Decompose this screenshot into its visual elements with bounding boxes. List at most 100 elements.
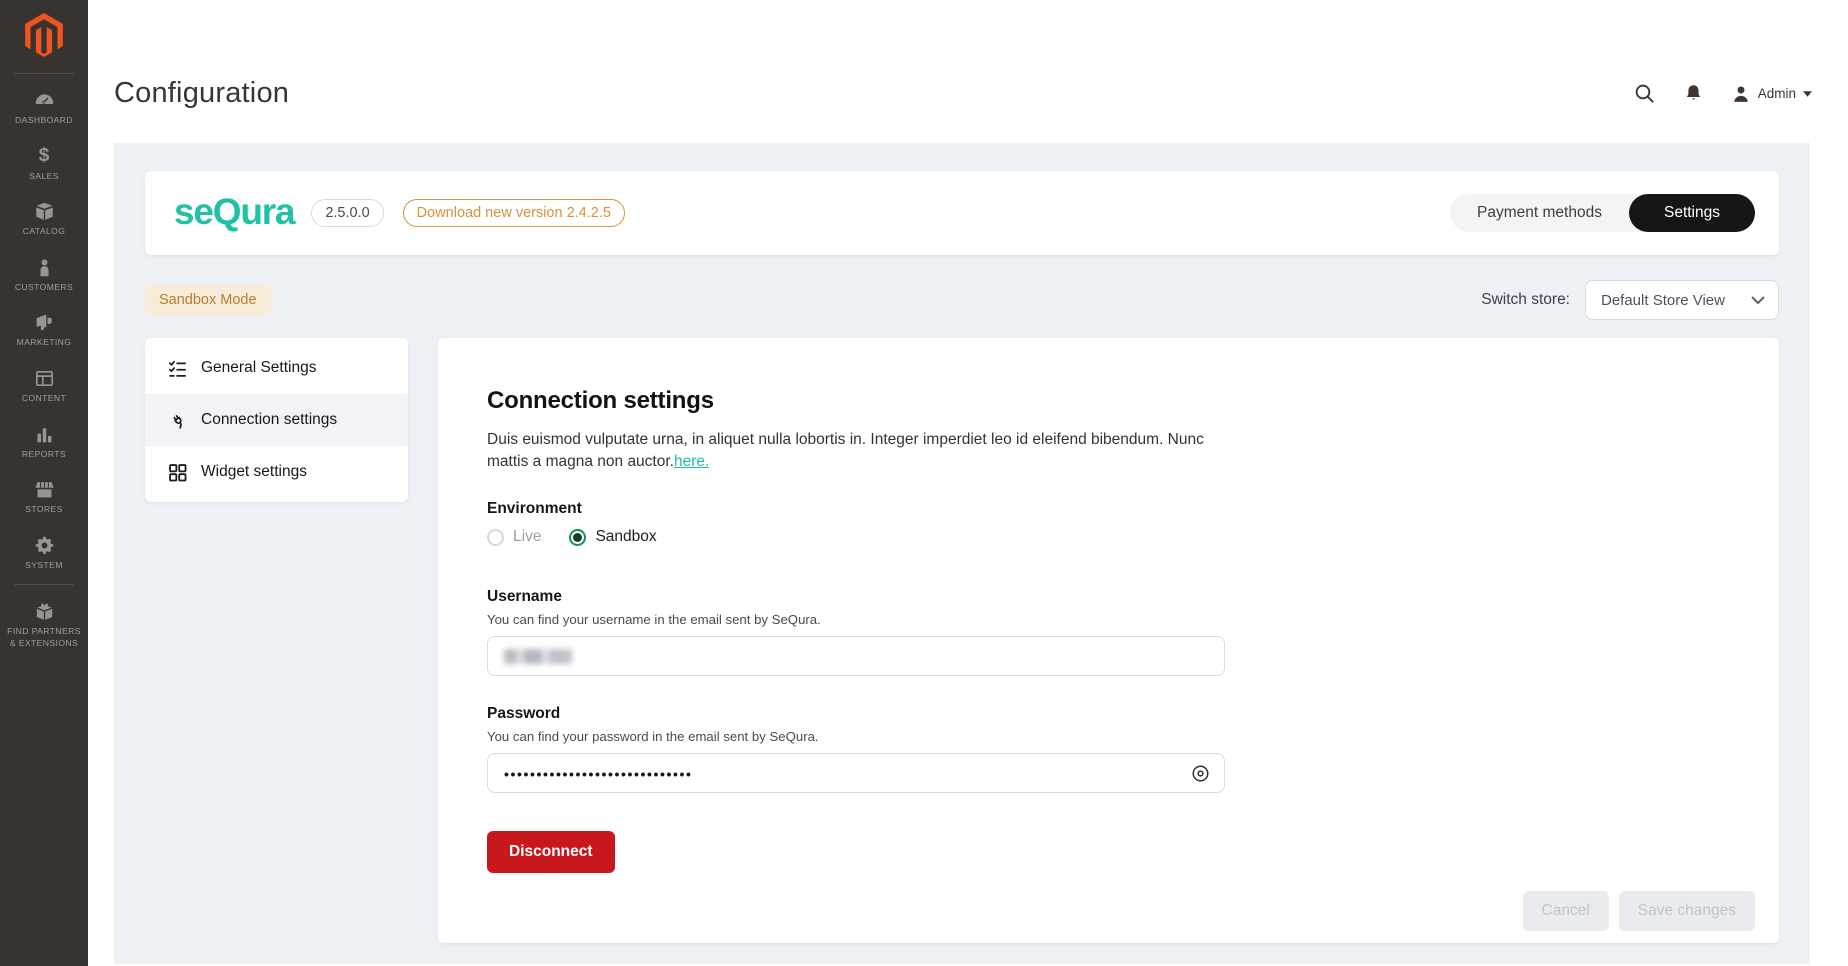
sidebar-item-customers[interactable]: CUSTOMERS <box>0 247 88 303</box>
store-view-selected-value: Default Store View <box>1601 291 1725 309</box>
environment-label: Environment <box>487 500 582 517</box>
sidebar-item-catalog[interactable]: CATALOG <box>0 191 88 247</box>
extensions-brick-icon <box>34 601 55 622</box>
sales-dollar-icon: $ <box>38 145 50 167</box>
store-switch: Switch store: Default Store View <box>1481 280 1779 320</box>
settings-nav: General Settings Connection settings Wid… <box>145 338 408 502</box>
username-input[interactable] <box>487 636 1225 676</box>
sidebar-item-content[interactable]: CONTENT <box>0 358 88 414</box>
sidebar-item-stores[interactable]: STORES <box>0 469 88 525</box>
radio-sandbox[interactable]: Sandbox <box>569 528 657 546</box>
magento-logo-icon <box>25 13 63 57</box>
magento-logo[interactable] <box>0 0 88 69</box>
catalog-box-icon <box>34 201 55 222</box>
sidebar-item-label: CONTENT <box>21 392 67 403</box>
panel-description: Duis euismod vulputate urna, in aliquet … <box>487 429 1217 473</box>
nav-item-label: Connection settings <box>201 411 338 428</box>
password-label: Password <box>487 705 561 722</box>
checklist-icon <box>167 358 188 379</box>
here-link[interactable]: here. <box>674 453 709 470</box>
radio-live-label: Live <box>513 528 542 545</box>
sidebar-item-label: CUSTOMERS <box>14 281 74 292</box>
settings-body: General Settings Connection settings Wid… <box>145 338 1779 943</box>
connection-settings-panel: Connection settings Duis euismod vulputa… <box>438 338 1779 943</box>
radio-sandbox-circle <box>569 528 587 546</box>
tab-settings[interactable]: Settings <box>1628 194 1755 232</box>
password-field: Password You can find your password in t… <box>487 705 1729 793</box>
sequra-plugin-header: seQura 2.5.0.0 Download new version 2.4.… <box>145 171 1779 255</box>
radio-live[interactable]: Live <box>487 528 541 546</box>
toolbar-row: Sandbox Mode Switch store: Default Store… <box>145 280 1779 320</box>
configuration-content: seQura 2.5.0.0 Download new version 2.4.… <box>114 143 1810 964</box>
environment-radio-group: Live Sandbox <box>487 528 1729 546</box>
stores-storefront-icon <box>34 479 55 500</box>
switch-store-label: Switch store: <box>1481 291 1570 308</box>
sidebar-item-label: DASHBOARD <box>14 115 74 125</box>
dashboard-gauge-icon <box>34 90 55 111</box>
save-changes-button[interactable]: Save changes <box>1618 891 1755 931</box>
disconnect-button[interactable]: Disconnect <box>487 831 615 873</box>
sidebar-item-find-partners-extensions[interactable]: FIND PARTNERS & EXTENSIONS <box>0 591 88 658</box>
sidebar-item-label: SYSTEM <box>25 559 63 570</box>
sidebar-item-label: MARKETING <box>16 337 72 348</box>
nav-item-widget-settings[interactable]: Widget settings <box>145 446 408 498</box>
cancel-button[interactable]: Cancel <box>1522 891 1609 931</box>
password-input[interactable]: ••••••••••••••••••••••••••••• <box>487 753 1225 793</box>
notifications-bell-icon[interactable] <box>1683 83 1704 104</box>
radio-live-circle <box>487 528 504 546</box>
sidebar-item-sales[interactable]: $ SALES <box>0 136 88 192</box>
magento-admin-app: DASHBOARD $ SALES CATALOG CUSTOMERS MARK… <box>0 0 1848 966</box>
plug-icon <box>167 410 188 431</box>
password-helper: You can find your password in the email … <box>487 729 819 744</box>
widget-grid-icon <box>167 462 188 483</box>
sequra-logo: seQura <box>174 190 296 232</box>
admin-menu[interactable]: Admin <box>1731 84 1812 104</box>
sidebar-item-marketing[interactable]: MARKETING <box>0 302 88 358</box>
sidebar-item-label: STORES <box>25 504 63 515</box>
chevron-down-icon <box>1803 90 1812 97</box>
sidebar-item-system[interactable]: SYSTEM <box>0 525 88 581</box>
username-field: Username You can find your username in t… <box>487 588 1729 676</box>
plugin-tab-group: Payment methods Settings <box>1450 194 1755 232</box>
environment-field: Environment Live Sandbox <box>487 500 1729 546</box>
admin-avatar-icon <box>1734 86 1748 102</box>
version-badge: 2.5.0.0 <box>311 199 384 227</box>
search-icon[interactable] <box>1633 82 1656 105</box>
sidebar-divider <box>14 73 74 74</box>
username-value-redacted <box>504 648 572 664</box>
download-new-version-link[interactable]: Download new version 2.4.2.5 <box>402 199 625 227</box>
sidebar-item-dashboard[interactable]: DASHBOARD <box>0 80 88 136</box>
reports-barchart-icon <box>34 424 55 445</box>
password-masked-value: ••••••••••••••••••••••••••••• <box>504 766 693 782</box>
chevron-down-icon <box>1751 296 1765 304</box>
nav-item-label: Widget settings <box>201 463 307 480</box>
marketing-megaphone-icon <box>34 312 55 333</box>
system-gear-icon <box>34 535 55 556</box>
admin-username: Admin <box>1757 86 1796 101</box>
username-helper: You can find your username in the email … <box>487 612 821 627</box>
sidebar-item-label: CATALOG <box>22 226 66 237</box>
sidebar-item-label: FIND PARTNERS & EXTENSIONS <box>7 626 81 648</box>
sidebar-item-reports[interactable]: REPORTS <box>0 414 88 470</box>
topbar-actions: Admin <box>1633 82 1812 105</box>
nav-item-general-settings[interactable]: General Settings <box>145 342 408 394</box>
magento-sidebar: DASHBOARD $ SALES CATALOG CUSTOMERS MARK… <box>0 0 88 966</box>
page-title: Configuration <box>114 77 290 109</box>
panel-footer-actions: Cancel Save changes <box>1522 891 1755 931</box>
customers-person-icon <box>34 257 55 278</box>
nav-item-connection-settings[interactable]: Connection settings <box>145 394 408 446</box>
tab-payment-methods[interactable]: Payment methods <box>1450 194 1629 232</box>
radio-sandbox-label: Sandbox <box>595 528 657 545</box>
nav-item-label: General Settings <box>201 359 317 376</box>
sidebar-item-label: SALES <box>29 170 59 181</box>
username-label: Username <box>487 588 562 605</box>
store-view-select[interactable]: Default Store View <box>1585 280 1779 320</box>
sidebar-item-label: REPORTS <box>21 448 67 459</box>
panel-heading: Connection settings <box>487 387 714 414</box>
sidebar-divider <box>14 584 74 586</box>
description-text: Duis euismod vulputate urna, in aliquet … <box>487 431 1204 470</box>
admin-topbar: Configuration Admin <box>88 0 1848 143</box>
show-password-eye-icon[interactable] <box>1188 761 1212 785</box>
sandbox-mode-badge: Sandbox Mode <box>145 285 271 315</box>
content-layout-icon <box>34 368 55 389</box>
